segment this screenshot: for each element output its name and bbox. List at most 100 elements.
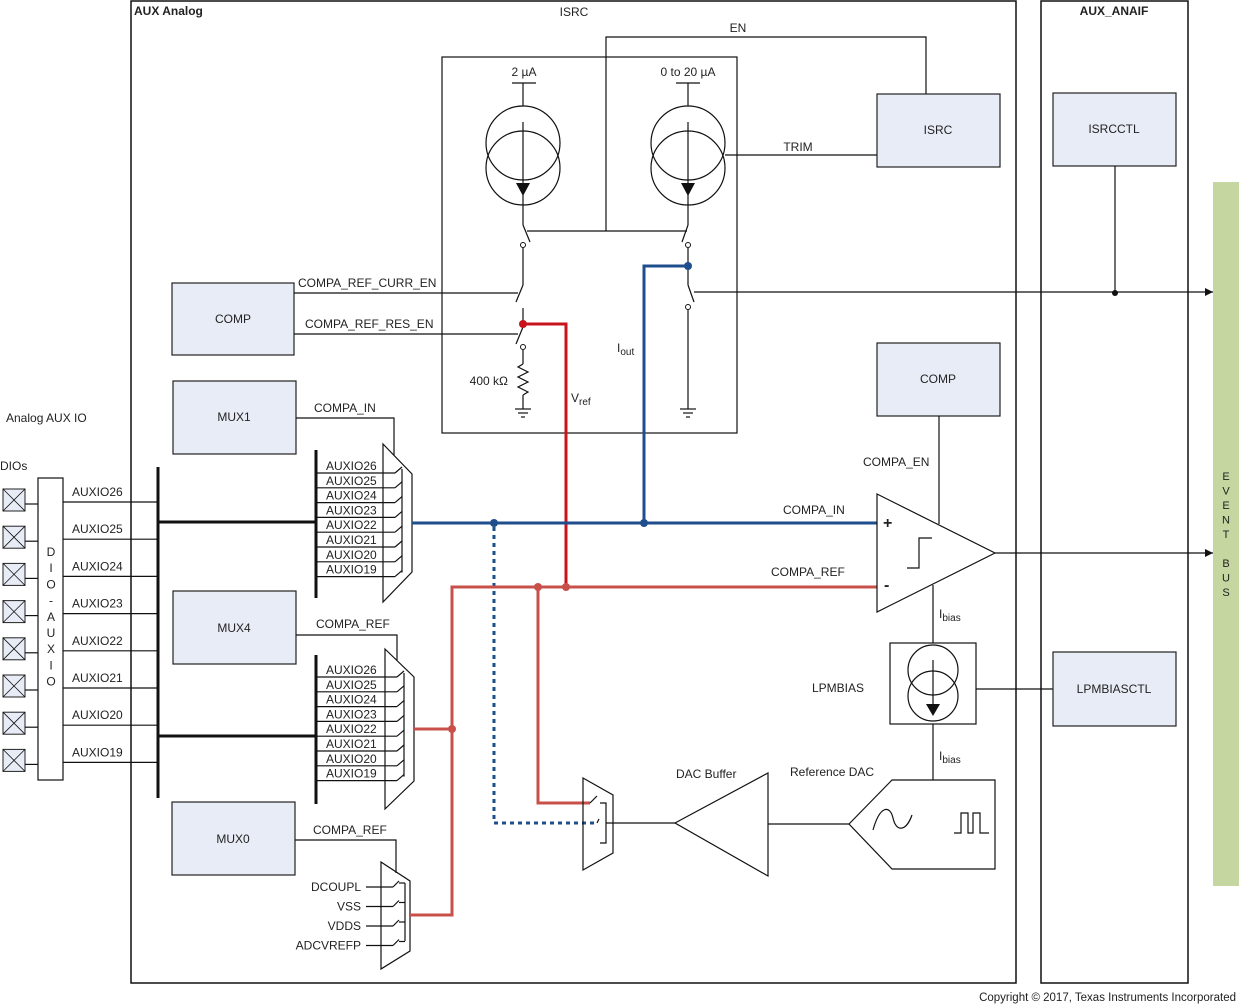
vref-label: Vref [571,391,591,408]
mux0-input-label: VDDS [328,919,361,933]
event-bus-letter: E [1222,471,1229,483]
dac-buffer-label: DAC Buffer [676,767,736,781]
compa-in-label: COMPA_IN [783,503,845,517]
mux-input-row: AUXIO26 [316,459,403,474]
dio-pin[interactable]: AUXIO21 [2,671,158,698]
auxio-label: AUXIO23 [72,597,123,611]
auxio-label: AUXIO22 [72,634,123,648]
block-diagram: EVENTBUS AUX Analog AUX_ANAIF ISRC EN 2 … [0,0,1239,1004]
dio-pin[interactable]: AUXIO23 [2,597,158,624]
dio-auxio-letter: O [46,577,55,591]
mux4-label: MUX4 [217,621,251,635]
minus-sign: - [884,577,889,594]
lpmbias-label: LPMBIAS [812,681,864,695]
mux-input-label: AUXIO22 [326,722,377,736]
src-0-20ua-label: 0 to 20 µA [661,65,716,79]
compa-en-label: COMPA_EN [863,455,929,469]
copyright: Copyright © 2017, Texas Instruments Inco… [979,992,1236,1004]
mux0-input-row: VDDS [328,919,405,933]
dio-auxio-letter: U [47,626,56,640]
aux-anaif-title: AUX_ANAIF [1080,4,1149,18]
event-bus-letter: U [1222,573,1230,585]
dio-pin[interactable]: AUXIO25 [2,522,158,549]
mux-input-row: AUXIO22 [316,722,405,737]
mux1-label: MUX1 [217,410,251,424]
mux-input-label: AUXIO24 [326,693,377,707]
auxio-label: AUXIO21 [72,671,123,685]
mux-input-label: AUXIO25 [326,474,377,488]
mux-input-row: AUXIO23 [316,707,405,723]
comp-left-label: COMP [215,312,251,326]
mux-input-label: AUXIO23 [326,503,377,517]
aux-analog-title: AUX Analog [134,4,203,18]
mux0-input-row: DCOUPL [311,880,405,894]
mux-input-row: AUXIO20 [316,752,405,767]
mux1-selector [382,442,413,604]
plus-sign: + [883,515,892,532]
mux-input-label: AUXIO26 [326,459,377,473]
dio-auxio-letter: X [47,642,55,656]
mux4-out-label: COMPA_REF [316,617,390,631]
mux-input-row: AUXIO21 [316,533,403,548]
mux-input-row: AUXIO24 [316,489,403,504]
auxio-label: AUXIO26 [72,485,123,499]
dio-auxio-letter: D [47,545,56,559]
mux-input-row: AUXIO24 [316,693,405,708]
dio-pin[interactable]: AUXIO19 [2,745,158,772]
mux-input-label: AUXIO23 [326,707,377,721]
mux-input-label: AUXIO19 [326,767,377,781]
dio-auxio-letter: - [49,594,53,608]
mux-input-row: AUXIO19 [316,767,405,782]
dio-auxio-letter: A [47,610,55,624]
event-bus-letter: N [1222,515,1230,527]
auxio-label: AUXIO24 [72,559,123,573]
mux-input-row: AUXIO20 [316,548,403,563]
mux0-input-label: DCOUPL [311,880,361,894]
dio-pin[interactable]: AUXIO22 [2,634,158,661]
dio-pin[interactable]: AUXIO26 [2,485,158,512]
mux-input-label: AUXIO25 [326,678,377,692]
analog-aux-io-label: Analog AUX IO [6,411,87,425]
compa-ref-curr-en-label: COMPA_REF_CURR_EN [298,276,436,290]
dac-input-mux [582,776,614,872]
dio-auxio-letter: I [49,561,52,575]
dios-label: DIOs [0,459,27,473]
mux-input-row: AUXIO26 [316,663,405,678]
mux0-input-row: ADCVREFP [296,939,405,953]
mux0-label: MUX0 [216,832,250,846]
mux0-input-label: VSS [337,900,361,914]
mux0-input-label: ADCVREFP [296,939,361,953]
dio-pin[interactable]: AUXIO20 [2,708,158,735]
mux4-selector [384,647,415,811]
src-2ua-label: 2 µA [512,65,537,79]
sine-icon [872,808,913,831]
lpmbiasctl-label: LPMBIASCTL [1077,682,1152,696]
dac-buffer-icon [673,771,769,878]
dio-pin[interactable]: AUXIO24 [2,559,158,586]
mux-input-label: AUXIO21 [326,533,377,547]
mux-input-label: AUXIO20 [326,548,377,562]
ibias-top-label: Ibias [939,607,961,624]
mux-input-label: AUXIO19 [326,563,377,577]
reference-dac-label: Reference DAC [790,765,874,779]
mux0-selector [380,860,411,971]
mux-input-label: AUXIO21 [326,737,377,751]
mux-input-row: AUXIO22 [316,518,403,533]
event-bus-label: EVENTBUS [1222,471,1230,599]
comp-right-label: COMP [920,372,956,386]
event-bus-letter: V [1222,486,1230,498]
dio-auxio-letter: I [49,658,52,672]
auxio-label: AUXIO20 [72,708,123,722]
mux-input-row: AUXIO19 [316,563,403,578]
mux-input-row: AUXIO23 [316,503,403,519]
event-bus-letter: E [1222,500,1229,512]
trim-label: TRIM [783,140,812,154]
mux1-out-label: COMPA_IN [314,401,376,415]
auxio-label: AUXIO25 [72,522,123,536]
mux-input-row: AUXIO21 [316,737,405,752]
auxio-label: AUXIO19 [72,745,123,759]
isrc-title: ISRC [560,5,589,19]
isrc-block-label: ISRC [924,123,953,137]
en-label: EN [730,21,747,35]
mux-input-row: AUXIO25 [316,678,405,693]
